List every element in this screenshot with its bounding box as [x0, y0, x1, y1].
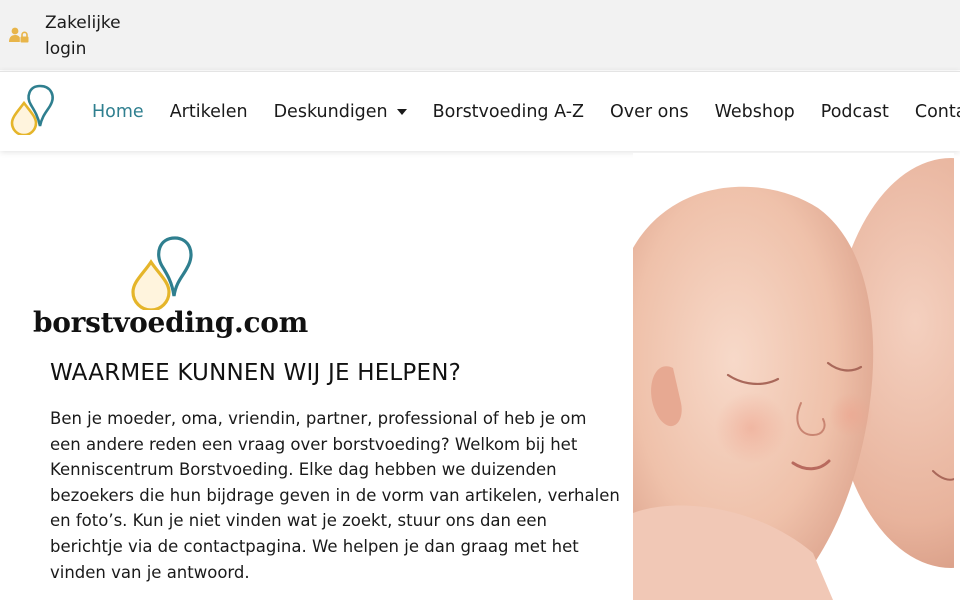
nav-podcast-label: Podcast [820, 102, 889, 122]
nav-over-ons[interactable]: Over ons [610, 102, 689, 122]
nav-artikelen-label: Artikelen [169, 102, 248, 122]
brand-logo[interactable]: borstvoeding.com [33, 234, 313, 342]
nav-over-ons-label: Over ons [610, 102, 689, 122]
business-login-link[interactable]: Zakelijke login [9, 10, 135, 62]
intro-paragraph: Ben je moeder, oma, vriendin, partner, p… [50, 409, 620, 582]
nav-borstvoeding-a-z[interactable]: Borstvoeding A-Z [433, 102, 584, 122]
nav-home-label: Home [92, 102, 144, 122]
main-navigation: Home Artikelen Deskundigen Borstvoeding … [92, 72, 960, 152]
nav-deskundigen[interactable]: Deskundigen [274, 102, 407, 122]
nav-webshop-label: Webshop [714, 102, 795, 122]
nav-home[interactable]: Home [92, 102, 144, 122]
top-bar: Zakelijke login [0, 0, 960, 70]
nav-contact[interactable]: Contact [915, 102, 960, 122]
caret-down-icon [396, 109, 407, 115]
nav-borstvoeding-a-z-label: Borstvoeding A-Z [432, 102, 584, 122]
nav-deskundigen-label: Deskundigen [273, 102, 388, 122]
business-login-label: Zakelijke login [45, 13, 121, 59]
nav-webshop[interactable]: Webshop [715, 102, 795, 122]
users-lock-icon [9, 27, 29, 43]
site-header: Home Artikelen Deskundigen Borstvoeding … [0, 71, 960, 151]
brand-drops-icon [131, 236, 193, 310]
nav-contact-label: Contact [914, 102, 960, 122]
nav-artikelen[interactable]: Artikelen [170, 102, 248, 122]
sleeping-babies-photo [633, 153, 954, 600]
page-headline: WAARMEE KUNNEN WIJ JE HELPEN? [50, 360, 462, 386]
nav-podcast[interactable]: Podcast [821, 102, 889, 122]
brand-name: borstvoeding.com [33, 306, 308, 339]
borstvoeding-drops-logo-icon[interactable] [9, 81, 61, 135]
